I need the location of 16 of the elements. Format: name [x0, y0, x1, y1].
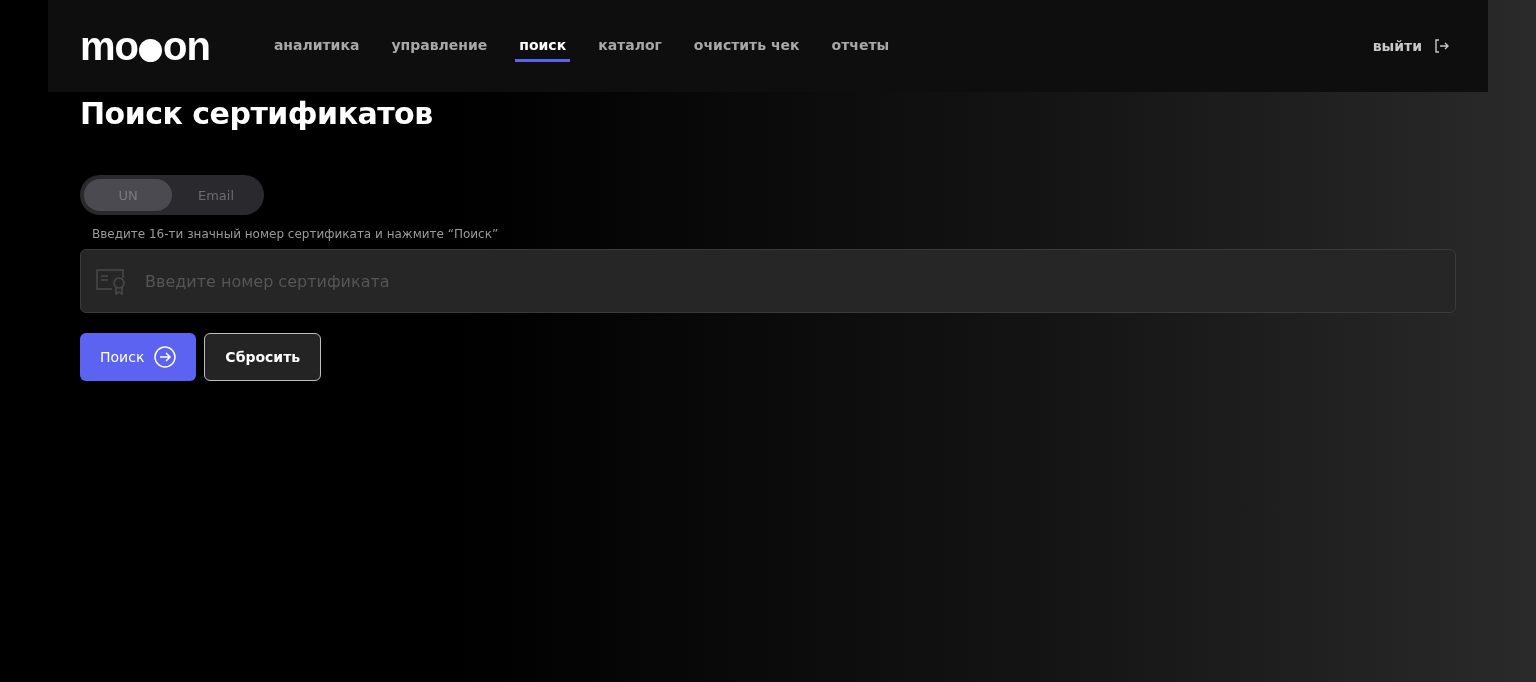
logo-text: on: [163, 26, 210, 66]
page-title: Поиск сертификатов: [80, 96, 434, 131]
logout-icon: [1434, 38, 1450, 54]
nav-tab[interactable]: отчеты: [827, 30, 894, 62]
reset-button[interactable]: Сбросить: [204, 333, 322, 381]
dot-icon: [139, 38, 162, 62]
nav-tab[interactable]: аналитика: [269, 30, 364, 62]
arrow-circle-icon: [154, 346, 177, 368]
logout-button[interactable]: выйти: [1366, 37, 1456, 55]
logo-text: mo: [80, 26, 138, 66]
nav-tab[interactable]: поиск: [515, 30, 571, 62]
nav-tab[interactable]: очистить чек: [689, 30, 804, 62]
nav-tab[interactable]: управление: [387, 30, 492, 62]
hint-text: Введите 16-ти значный номер сертификата и нажмите “Поиск”: [92, 227, 500, 241]
search-button[interactable]: Поиск: [80, 333, 197, 381]
nav-tab[interactable]: каталог: [594, 30, 666, 62]
